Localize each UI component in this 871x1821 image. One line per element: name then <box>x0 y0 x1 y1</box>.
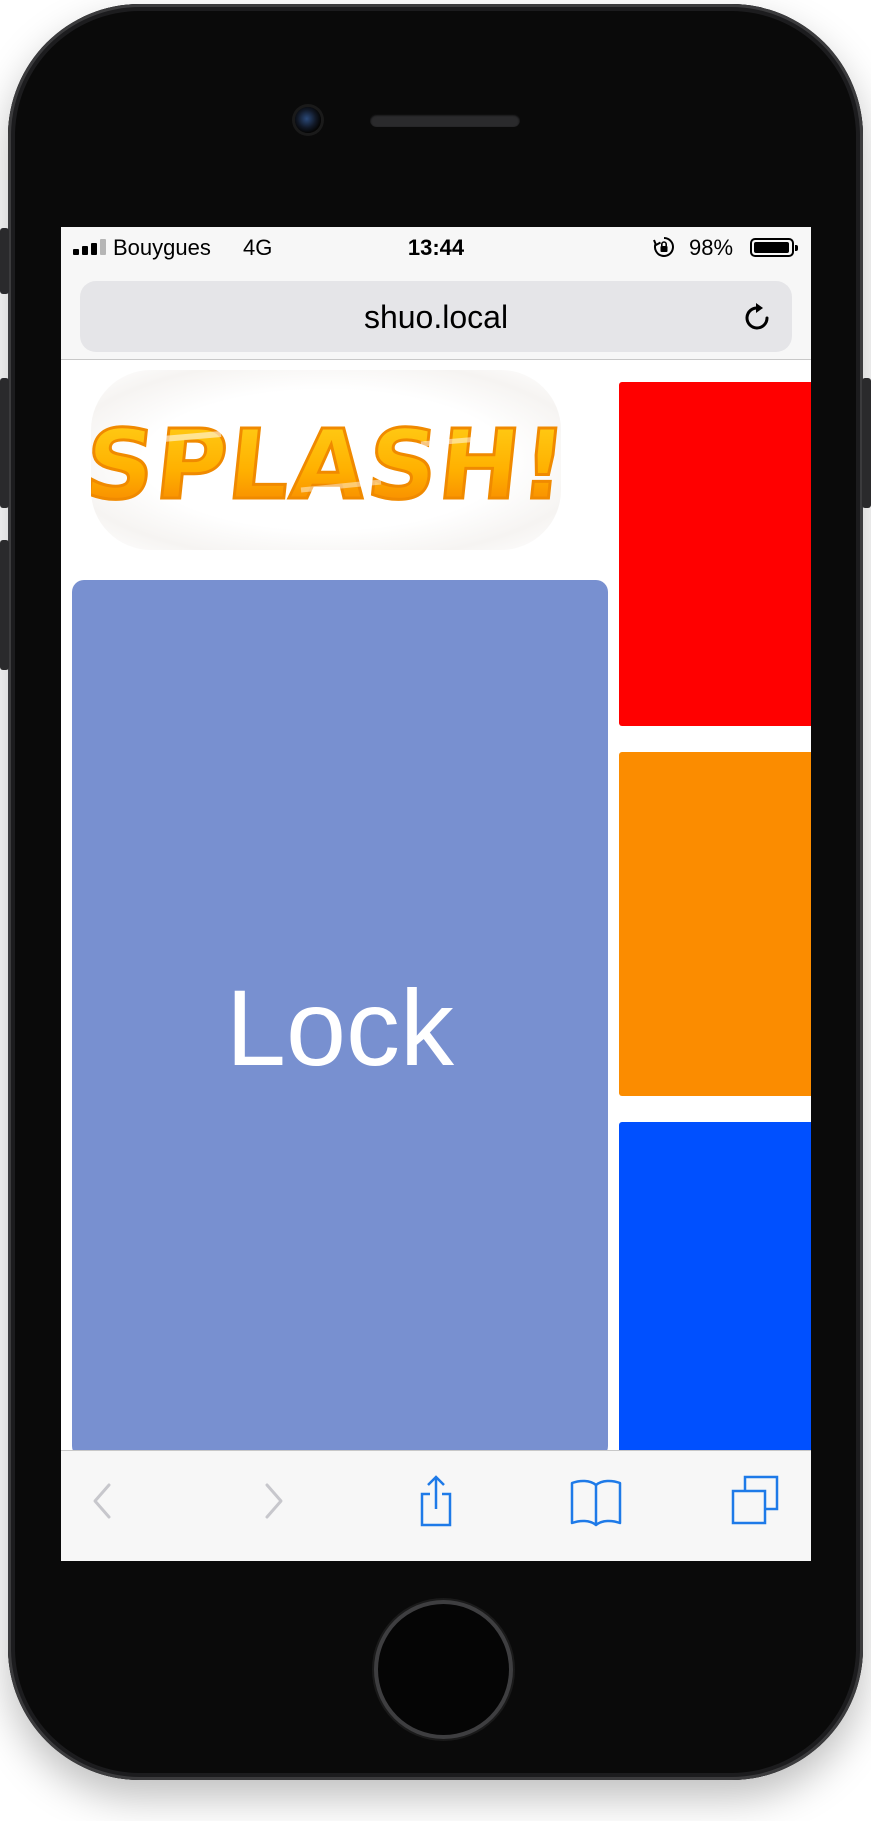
orientation-lock-icon <box>653 237 674 257</box>
address-bar: shuo.local <box>61 267 811 360</box>
bookmarks-button[interactable] <box>566 1471 626 1531</box>
status-bar: Bouygues 4G 13:44 98% <box>61 227 811 267</box>
blue-tile[interactable] <box>619 1122 811 1462</box>
back-button[interactable] <box>74 1471 134 1531</box>
silent-switch <box>0 228 9 294</box>
orange-tile[interactable] <box>619 752 811 1096</box>
forward-button[interactable] <box>242 1471 302 1531</box>
splash-logo: SPLASH! <box>78 370 575 550</box>
phone-screen: Bouygues 4G 13:44 98% shuo.local SPLASH!… <box>61 227 811 1561</box>
volume-down-button <box>0 540 9 670</box>
splash-logo-image: SPLASH! <box>78 408 575 523</box>
share-button[interactable] <box>406 1471 466 1531</box>
url-field[interactable]: shuo.local <box>80 281 792 352</box>
share-icon <box>420 1475 452 1527</box>
back-icon <box>93 1483 111 1519</box>
battery-percent: 98% <box>689 235 734 260</box>
svg-text:SPLASH!: SPLASH! <box>91 409 561 521</box>
earpiece-speaker <box>370 114 520 127</box>
tabs-icon <box>731 1475 779 1525</box>
page-content: SPLASH! Lock <box>61 360 811 1462</box>
battery-icon <box>750 238 798 257</box>
reload-icon[interactable] <box>742 301 774 333</box>
front-camera <box>295 107 321 133</box>
tabs-button[interactable] <box>725 1471 785 1531</box>
home-button[interactable] <box>378 1604 509 1735</box>
lock-tile-label: Lock <box>225 967 455 1088</box>
volume-up-button <box>0 378 9 508</box>
url-text: shuo.local <box>363 299 509 335</box>
power-button <box>862 378 871 508</box>
bookmarks-icon <box>570 1479 622 1527</box>
lock-tile[interactable]: Lock <box>72 580 608 1458</box>
red-tile[interactable] <box>619 382 811 726</box>
safari-toolbar <box>61 1450 811 1561</box>
forward-icon <box>265 1483 283 1519</box>
